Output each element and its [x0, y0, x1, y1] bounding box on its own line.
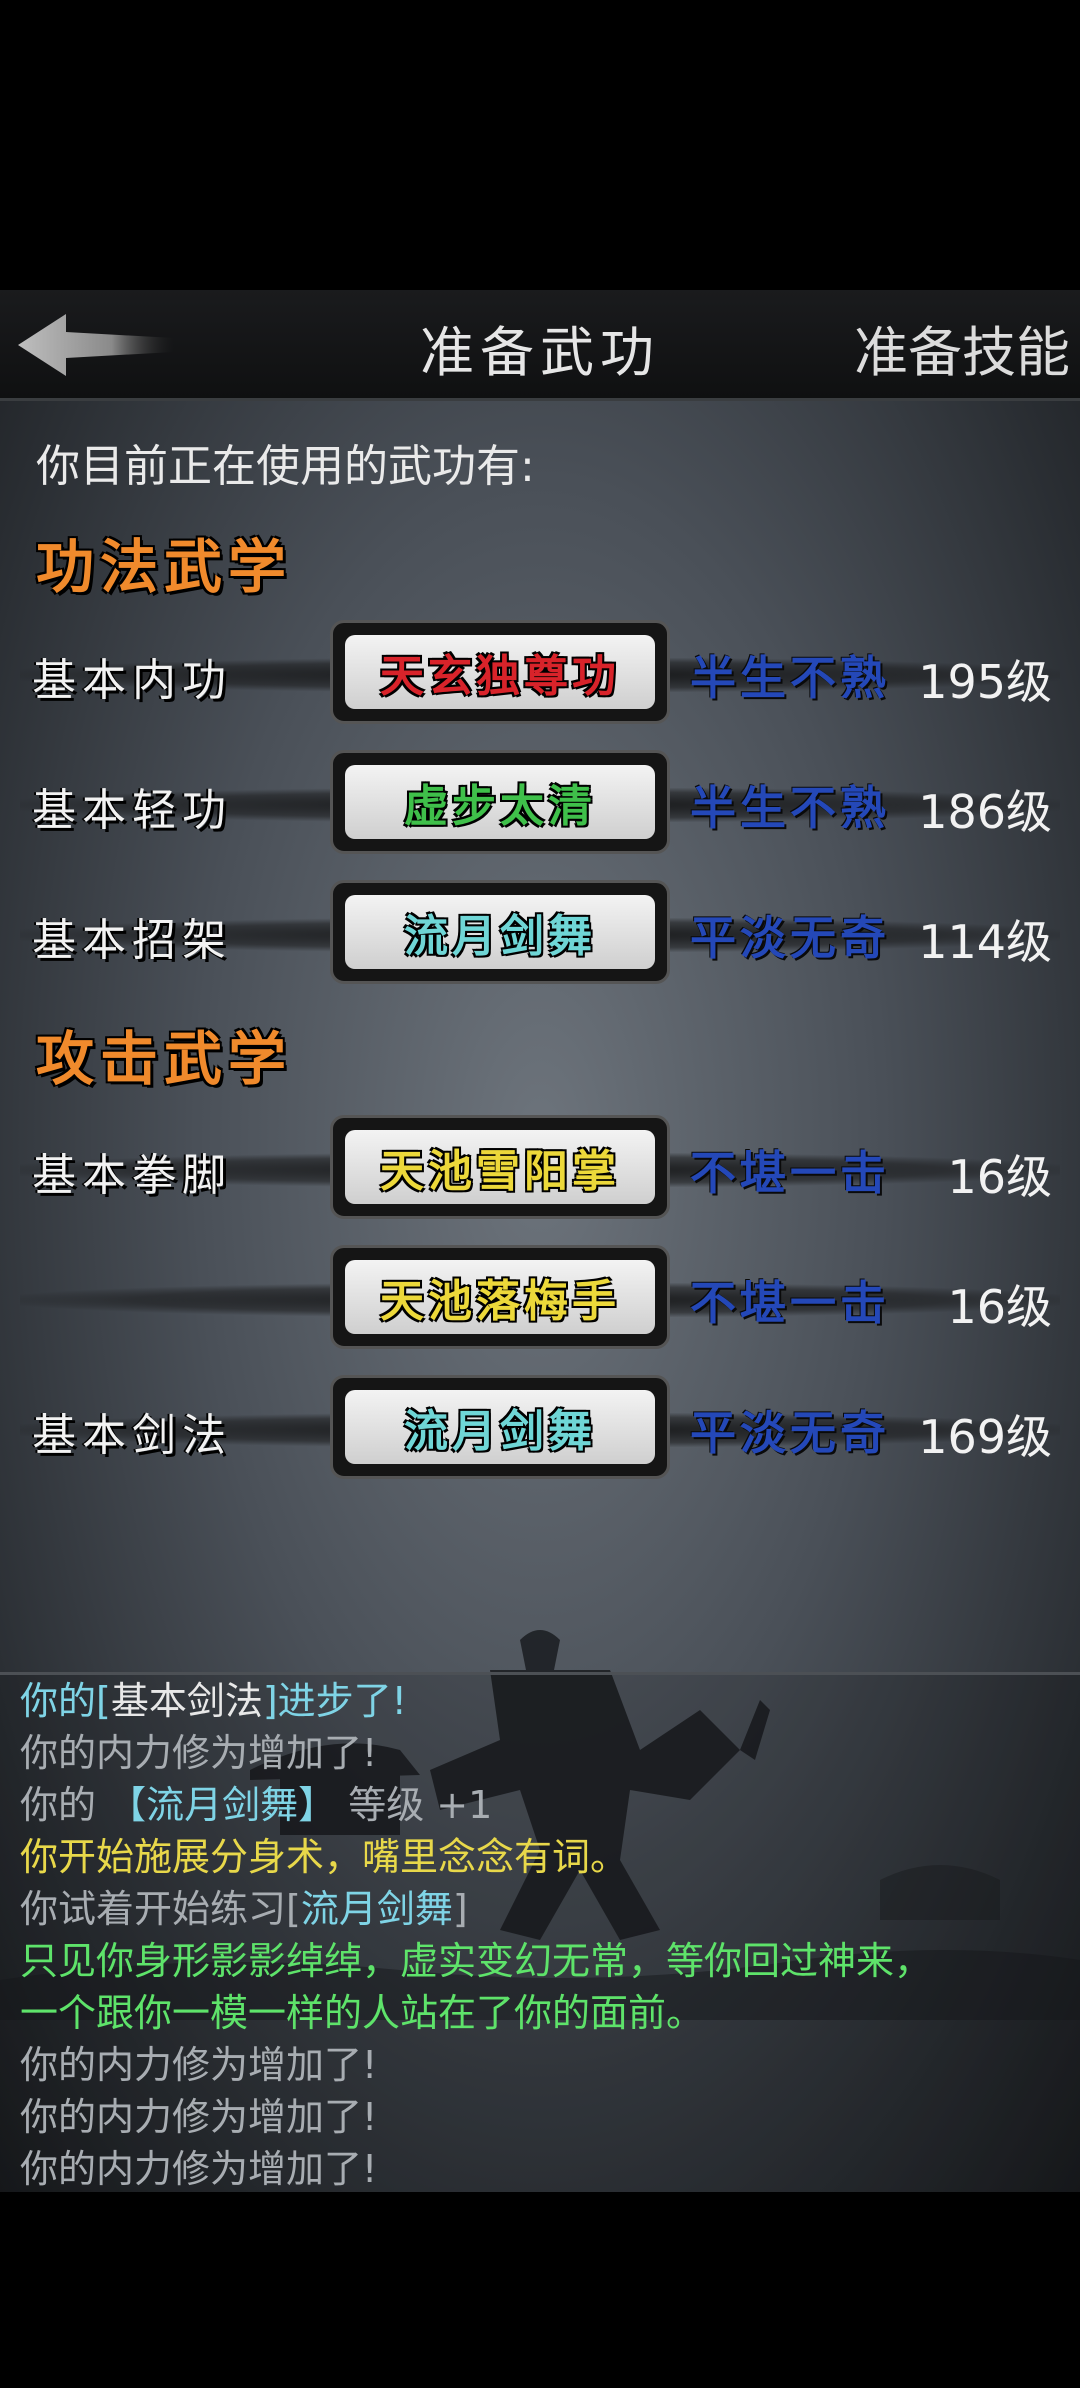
skill-row: 基本轻功 虚步太清 半生不熟 186级: [0, 750, 1080, 860]
skill-name: 天玄独尊功: [345, 635, 655, 709]
intro-text: 你目前正在使用的武功有:: [36, 441, 535, 492]
log-segment: 【流月剑舞】: [108, 1783, 337, 1827]
category-label: 基本轻功: [32, 785, 232, 836]
log-segment: 一个跟你一模一样的人站在了你的面前。: [20, 1991, 705, 2035]
log-segment: 等级 +1: [336, 1783, 493, 1827]
log-line: 你开始施展分身术，嘴里念念有词。: [20, 1831, 1080, 1883]
level-label: 195级: [918, 655, 1052, 709]
equipped-skill-button[interactable]: 流月剑舞: [330, 1375, 670, 1479]
log-segment: 你的: [20, 1783, 109, 1827]
log-segment: 你的内力修为增加了!: [20, 1731, 378, 1775]
proficiency-label: 平淡无奇: [690, 1406, 890, 1460]
log-segment: 只见你身形影影绰绰，虚实变幻无常，等你回过神来，: [20, 1939, 933, 1983]
log-segment: 你的内力修为增加了!: [20, 2147, 378, 2191]
equipped-skill-button[interactable]: 天池雪阳掌: [330, 1115, 670, 1219]
category-label: 基本拳脚: [32, 1150, 232, 1201]
equipped-skill-button[interactable]: 流月剑舞: [330, 880, 670, 984]
skill-row: 基本招架 流月剑舞 平淡无奇 114级: [0, 880, 1080, 990]
log-segment: ]进步了!: [262, 1679, 407, 1723]
log-line: 你的内力修为增加了!: [20, 2039, 1080, 2091]
log-segment: 流月剑舞: [300, 1887, 453, 1931]
proficiency-label: 不堪一击: [690, 1146, 890, 1200]
log-line: 你的[基本剑法]进步了!: [20, 1675, 1080, 1727]
skill-name: 流月剑舞: [345, 895, 655, 969]
section-title-internal: 功法武学: [36, 533, 293, 601]
level-label: 114级: [918, 915, 1052, 969]
level-label: 16级: [947, 1280, 1052, 1334]
top-bar: 准备武功 准备技能: [0, 290, 1080, 401]
proficiency-label: 半生不熟: [690, 651, 890, 705]
proficiency-label: 半生不熟: [690, 781, 890, 835]
log-segment: 基本剑法: [110, 1679, 263, 1723]
category-label: 基本招架: [32, 915, 232, 966]
skill-row: 基本内功 天玄独尊功 半生不熟 195级: [0, 620, 1080, 730]
equipped-skill-button[interactable]: 天池落梅手: [330, 1245, 670, 1349]
log-segment: 你的内力修为增加了!: [20, 2095, 378, 2139]
skill-row: 基本拳脚 天池雪阳掌 不堪一击 16级: [0, 1115, 1080, 1225]
level-label: 169级: [918, 1410, 1052, 1464]
log-segment: 你的内力修为增加了!: [20, 2043, 378, 2087]
level-label: 186级: [918, 785, 1052, 839]
category-label: 基本内功: [32, 655, 232, 706]
log-segment: 你试着开始练习[: [20, 1887, 301, 1931]
skill-row: 基本剑法 流月剑舞 平淡无奇 169级: [0, 1375, 1080, 1485]
log-line: 你的 【流月剑舞】 等级 +1: [20, 1779, 1080, 1831]
skill-row: 天池落梅手 不堪一击 16级: [0, 1245, 1080, 1355]
equipped-skill-button[interactable]: 天玄独尊功: [330, 620, 670, 724]
section-title-attack: 攻击武学: [36, 1025, 293, 1093]
skill-name: 流月剑舞: [345, 1390, 655, 1464]
log-segment: ]: [452, 1887, 468, 1931]
log-line: 一个跟你一模一样的人站在了你的面前。: [20, 1987, 1080, 2039]
proficiency-label: 平淡无奇: [690, 911, 890, 965]
log-line: 你试着开始练习[流月剑舞]: [20, 1883, 1080, 1935]
log-segment: 你的[: [20, 1679, 111, 1723]
log-line: 你的内力修为增加了!: [20, 1727, 1080, 1779]
skill-name: 虚步太清: [345, 765, 655, 839]
proficiency-label: 不堪一击: [690, 1276, 890, 1330]
log-line: 你的内力修为增加了!: [20, 2143, 1080, 2195]
log-line: 你的内力修为增加了!: [20, 2091, 1080, 2143]
message-log[interactable]: 你的[基本剑法]进步了! 你的内力修为增加了! 你的 【流月剑舞】 等级 +1 …: [0, 1672, 1080, 2195]
skill-name: 天池雪阳掌: [345, 1130, 655, 1204]
category-label: 基本剑法: [32, 1410, 232, 1461]
log-segment: 你开始施展分身术，嘴里念念有词。: [20, 1835, 629, 1879]
skill-name: 天池落梅手: [345, 1260, 655, 1334]
equipped-skill-button[interactable]: 虚步太清: [330, 750, 670, 854]
prepare-skills-tab[interactable]: 准备技能: [854, 308, 1070, 387]
log-line: 只见你身形影影绰绰，虚实变幻无常，等你回过神来，: [20, 1935, 1080, 1987]
level-label: 16级: [947, 1150, 1052, 1204]
